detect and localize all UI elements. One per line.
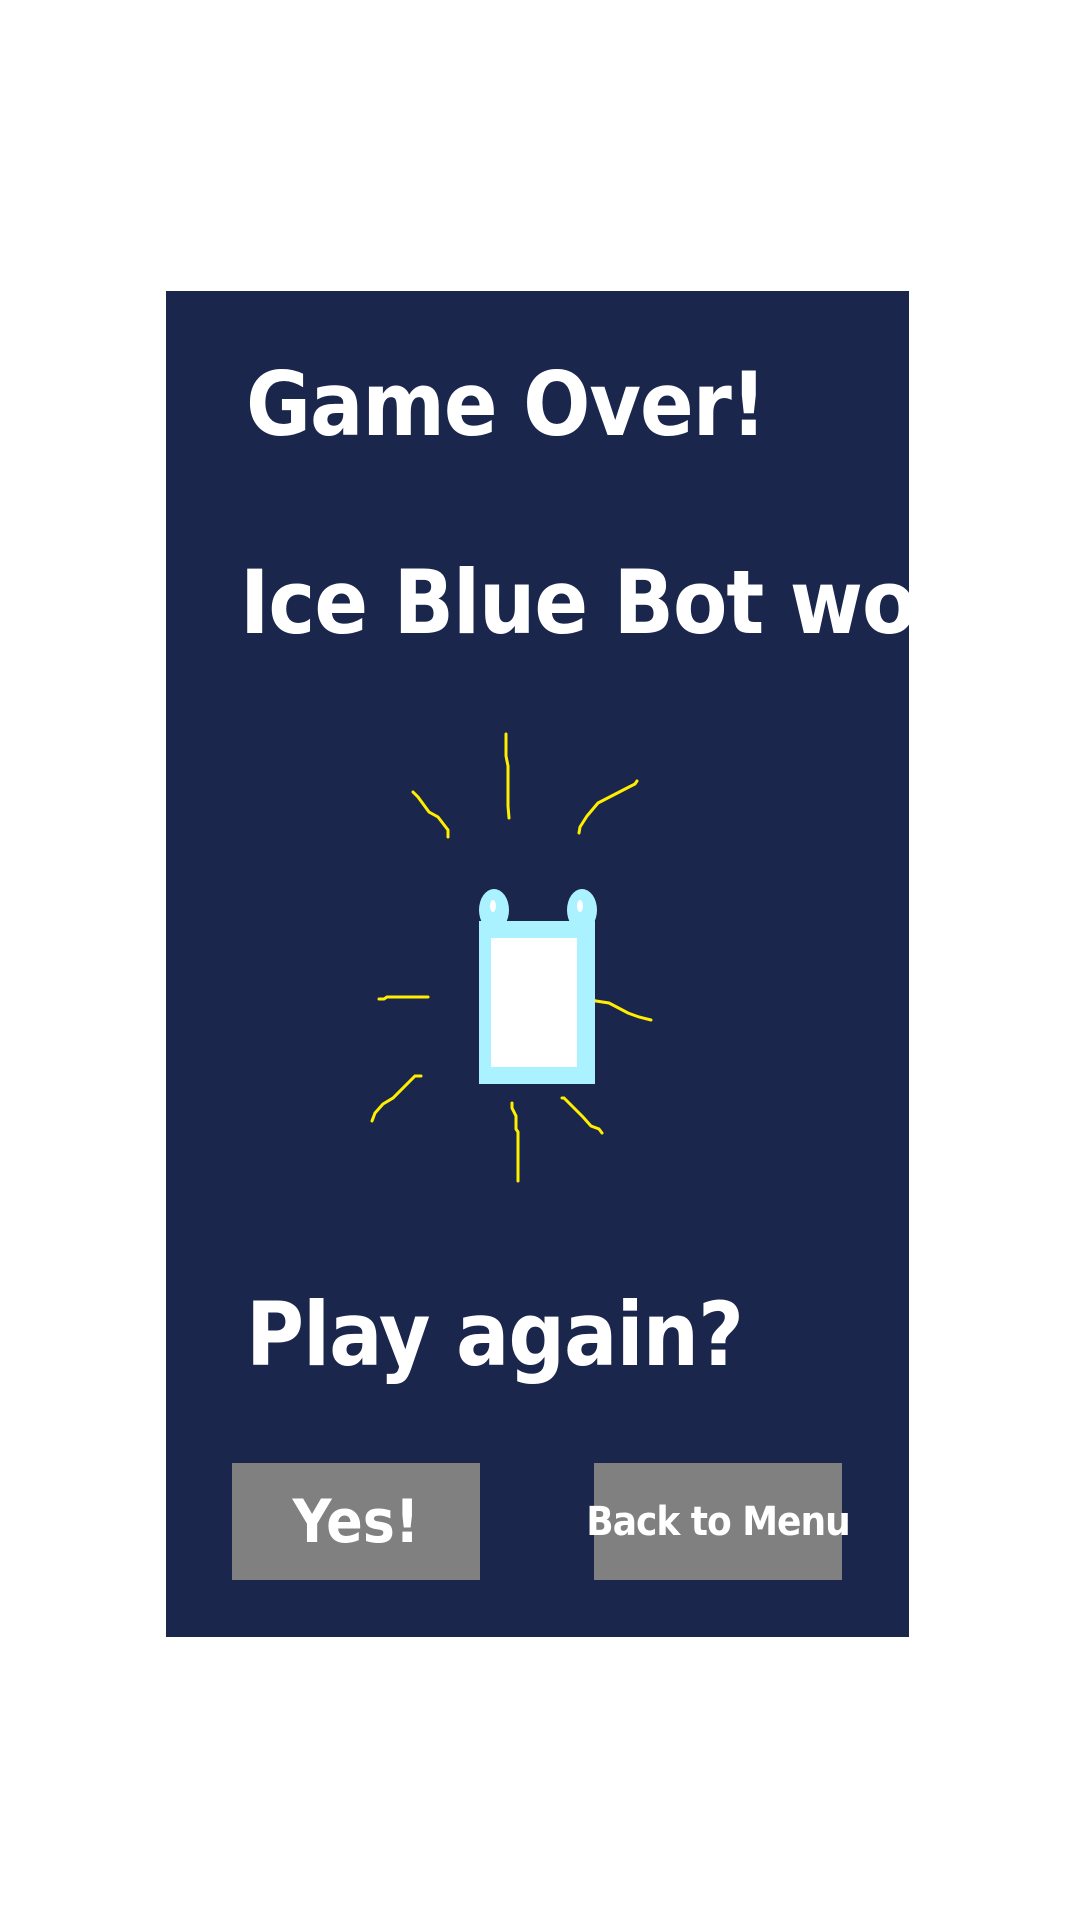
sparkle-line-bottom-right	[560, 1096, 604, 1135]
game-over-panel: Game Over! Ice Blue Bot won! Play again?…	[166, 291, 1007, 1637]
yes-button[interactable]: Yes!	[232, 1463, 480, 1580]
sparkle-line-bottom-left	[370, 1074, 423, 1123]
robot-icon	[479, 889, 597, 1084]
sparkle-line-top-right	[577, 779, 639, 835]
winner-message: Ice Blue Bot won!	[240, 551, 1007, 654]
sparkle-line-top	[504, 732, 511, 820]
sparkle-line-top-left	[411, 790, 450, 839]
play-again-prompt: Play again?	[246, 1283, 744, 1386]
back-to-menu-button[interactable]: Back to Menu	[586, 1463, 851, 1580]
game-over-title: Game Over!	[246, 353, 767, 456]
sparkle-line-left	[377, 995, 430, 1001]
sparkle-line-bottom	[510, 1101, 520, 1183]
winner-celebration	[370, 732, 653, 1183]
robot-screen-icon	[491, 938, 577, 1067]
